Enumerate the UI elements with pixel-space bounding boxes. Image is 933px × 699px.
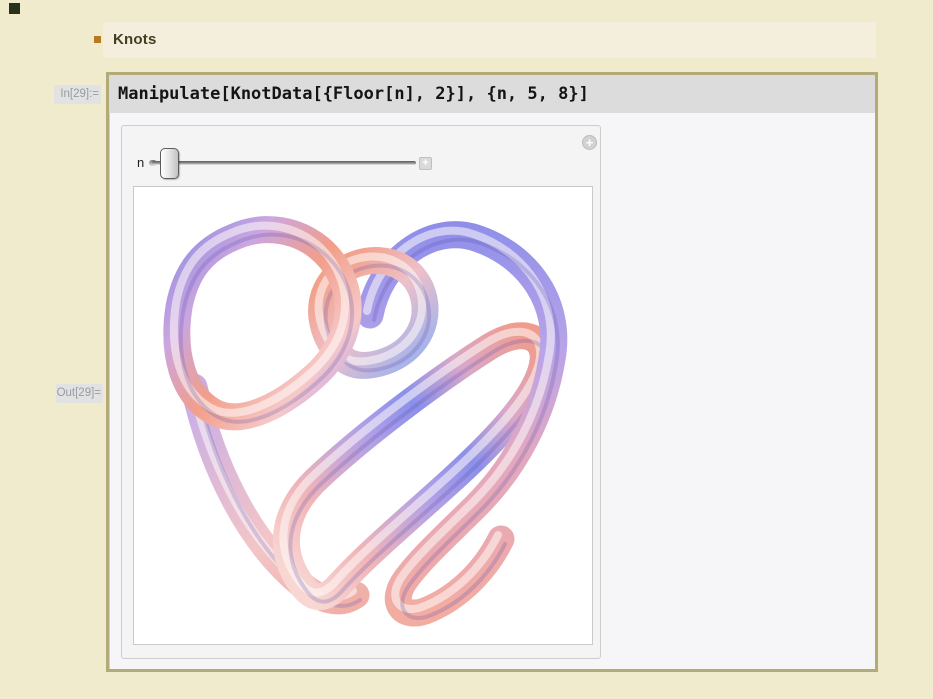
slider-track[interactable] bbox=[152, 161, 416, 165]
knot-svg bbox=[134, 187, 592, 644]
knot-3d-graphic[interactable] bbox=[133, 186, 593, 645]
window-corner-square bbox=[9, 3, 20, 14]
slider-expand-plus-icon[interactable]: + bbox=[419, 157, 432, 170]
slider-variable-label: n bbox=[137, 155, 144, 170]
section-header-cell[interactable] bbox=[103, 22, 876, 58]
slider-thumb[interactable] bbox=[160, 148, 179, 179]
section-title: Knots bbox=[113, 31, 157, 48]
manipulate-options-plus-icon[interactable]: + bbox=[582, 135, 597, 150]
input-cell-label: In[29]:= bbox=[54, 85, 101, 104]
output-cell-label: Out[29]= bbox=[56, 384, 103, 403]
input-code-text[interactable]: Manipulate[KnotData[{Floor[n], 2}], {n, … bbox=[118, 75, 589, 113]
section-bullet-icon bbox=[94, 36, 101, 43]
